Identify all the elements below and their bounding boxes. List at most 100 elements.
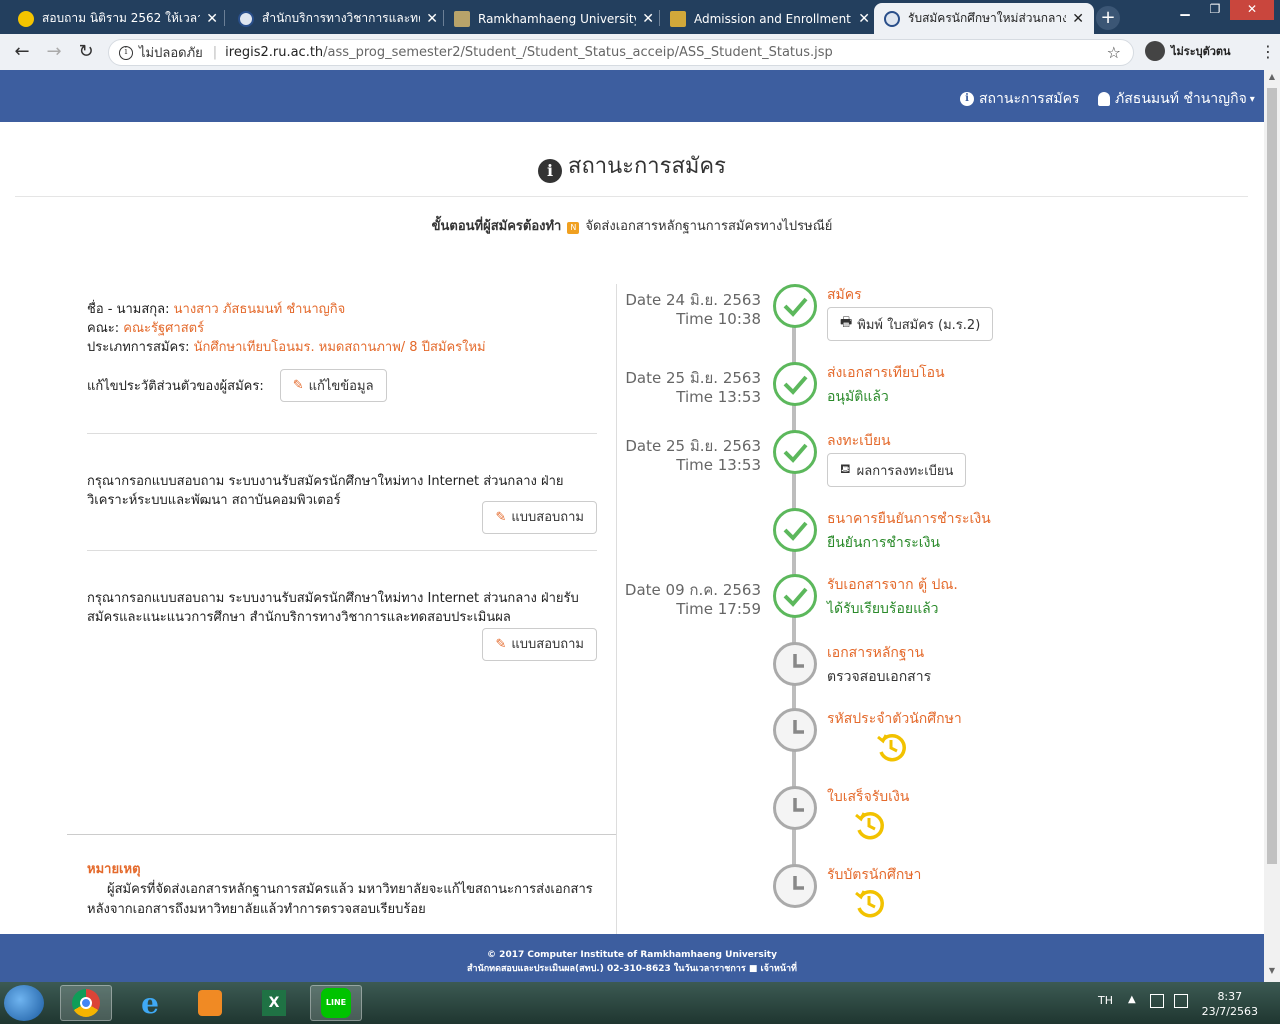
language-indicator[interactable]: TH [1098,994,1113,1007]
site-footer: © 2017 Computer Institute of Ramkhamhaen… [0,934,1264,982]
web-page: i สถานะการสมัคร ภัสธนมนท์ ชำนาญกิจ ▾ i สถ… [0,70,1264,982]
tab-title: สำนักบริการทางวิชาการและทดสอ [262,11,420,25]
bookmark-star-icon[interactable]: ☆ [1107,43,1121,62]
clock-date: 23/7/2563 [1201,1005,1258,1018]
new-tab-button[interactable]: + [1096,6,1120,30]
forward-icon[interactable]: → [42,40,66,64]
windows-start-icon[interactable] [4,985,44,1021]
page-scrollbar[interactable]: ▲ ▼ [1264,70,1280,982]
divider [87,433,597,434]
close-icon[interactable]: ✕ [642,11,654,27]
timeline-status: ได้รับเรียบร้อยแล้ว [827,601,939,617]
ru-logo-icon [238,10,254,27]
check-icon [773,362,817,406]
check-icon [773,508,817,552]
incognito-indicator[interactable]: ไม่ระบุตัวตน [1145,41,1231,61]
clock-icon [773,642,817,686]
browser-tab-1[interactable]: สำนักบริการทางวิชาการและทดสอ ✕ [228,3,448,34]
scroll-down-icon[interactable]: ▼ [1264,966,1280,982]
flag-icon[interactable] [1174,994,1188,1008]
footer-contact: สำนักทดสอบและประเมินผล(สทป.) 02-310-8623… [0,962,1264,976]
scroll-thumb[interactable] [1267,88,1277,864]
ru-logo-icon [884,10,900,27]
history-icon [877,733,906,762]
close-icon[interactable]: ✕ [426,11,438,27]
reload-icon[interactable]: ↻ [74,40,98,64]
browser-tab-2[interactable]: Ramkhamhaeng University ✕ [444,3,664,34]
browser-tab-3[interactable]: Admission and Enrollment In ✕ [660,3,880,34]
timeline-title: เอกสารหลักฐาน [827,645,925,661]
tab-title: Ramkhamhaeng University [478,11,637,26]
edit-info-button[interactable]: ✎ แก้ไขข้อมูล [279,369,387,402]
check-icon [773,430,817,474]
url-host: iregis2.ru.ac.th [225,45,324,60]
scroll-up-icon[interactable]: ▲ [1264,72,1280,88]
tray-expand-icon[interactable]: ▲ [1128,994,1136,1005]
edit-row: แก้ไขประวัติส่วนตัวของผู้สมัคร: ✎ แก้ไขข้… [87,369,597,402]
nav-status-link[interactable]: i สถานะการสมัคร [960,88,1080,110]
timeline-date: Date 25 มิ.ย. 2563 [625,437,761,455]
close-icon[interactable]: ✕ [858,11,870,27]
smiley-icon [18,10,34,27]
next-step-line: ขั้นตอนที่ผู้สมัครต้องทำ N จัดส่งเอกสารหลั… [0,215,1264,236]
nav-user-dropdown[interactable]: ภัสธนมนท์ ชำนาญกิจ ▾ [1098,88,1255,110]
browser-menu-icon[interactable]: ⋮ [1260,42,1276,61]
clock-icon [773,708,817,752]
edit-icon: ✎ [292,378,304,393]
faculty-row: คณะ: คณะรัฐศาสตร์ [87,319,597,338]
media-player-icon[interactable] [184,985,236,1021]
browser-tab-0[interactable]: สอบถาม นิติราม 2562 ให้เวลาออ ✕ [8,3,228,34]
network-icon[interactable] [1150,994,1164,1008]
registration-button-label: ผลการลงทะเบียน [856,463,954,479]
url-path: /ass_prog_semester2/Student_/Student_Sta… [323,45,833,60]
survey-button[interactable]: ✎ แบบสอบถาม [482,501,597,534]
next-step-label: ขั้นตอนที่ผู้สมัครต้องทำ [431,219,562,234]
new-badge-icon: N [567,222,580,234]
line-icon[interactable]: LINE [310,985,362,1021]
site-navbar: i สถานะการสมัคร ภัสธนมนท์ ชำนาญกิจ ▾ [0,70,1264,122]
print-application-button[interactable]: 🖶 พิมพ์ ใบสมัคร (ม.ร.2) [827,307,994,341]
type-value: นักศึกษาเทียบโอนมร. หมดสถานภาพ/ 8 ปีสมัค… [193,340,486,355]
survey-text: กรุณากรอกแบบสอบถาม ระบบงานรับสมัครนักศึก… [87,591,579,625]
chrome-icon[interactable] [60,985,112,1021]
page-title: i สถานะการสมัคร [0,148,1264,183]
system-clock[interactable]: 8:37 23/7/2563 [1202,989,1258,1019]
ru-tower-icon [670,10,686,27]
survey-button-label: แบบสอบถาม [511,510,584,525]
history-icon [855,811,884,840]
faculty-value: คณะรัฐศาสตร์ [123,321,205,336]
basket-icon: ⛾ [840,461,851,477]
close-icon[interactable]: ✕ [206,11,218,27]
timeline-title: ส่งเอกสารเทียบโอน [827,365,945,381]
excel-icon[interactable]: X [248,985,300,1021]
timeline-title: รับบัตรนักศึกษา [827,867,922,883]
user-icon: ■ [748,964,758,974]
user-icon [1098,92,1110,106]
caret-down-icon: ▾ [1249,93,1255,105]
page-title-text: สถานะการสมัคร [568,154,726,179]
maximize-icon[interactable]: ❐ [1200,0,1230,20]
next-step-text: จัดส่งเอกสารหลักฐานการสมัครทางไปรษณีย์ [585,219,833,234]
tab-title: รับสมัครนักศึกษาใหม่ส่วนกลาง [908,11,1067,25]
browser-tab-4-active[interactable]: รับสมัครนักศึกษาใหม่ส่วนกลาง ✕ [874,3,1094,34]
insecure-label[interactable]: ไม่ปลอดภัย [139,42,203,63]
incognito-label: ไม่ระบุตัวตน [1171,45,1231,58]
registration-result-button[interactable]: ⛾ ผลการลงทะเบียน [827,453,967,487]
minimize-icon[interactable]: ▁ [1170,0,1200,20]
ru-tower-icon [454,10,470,27]
name-label: ชื่อ - นามสกุล: [87,302,170,317]
info-icon[interactable]: i [119,45,133,60]
footer-copyright: © 2017 Computer Institute of Ramkhamhaen… [487,950,777,960]
timeline-status: อนุมัติแล้ว [827,389,889,405]
window-close-icon[interactable]: ✕ [1230,0,1274,20]
type-row: ประเภทการสมัคร: นักศึกษาเทียบโอนมร. หมดส… [87,338,597,357]
back-icon[interactable]: ← [10,40,34,64]
address-bar[interactable]: i ไม่ปลอดภัย | iregis2.ru.ac.th /ass_pro… [108,39,1134,66]
clock-time: 8:37 [1217,990,1243,1003]
ie-icon[interactable]: e [124,985,176,1021]
footer-staff-link[interactable]: เจ้าหน้าที่ [761,964,797,974]
close-icon[interactable]: ✕ [1072,11,1084,27]
timeline-title: ธนาคารยืนยันการชำระเงิน [827,511,991,527]
survey-button[interactable]: ✎ แบบสอบถาม [482,628,597,661]
browser-toolbar: ← → ↻ i ไม่ปลอดภัย | iregis2.ru.ac.th /a… [0,34,1280,70]
